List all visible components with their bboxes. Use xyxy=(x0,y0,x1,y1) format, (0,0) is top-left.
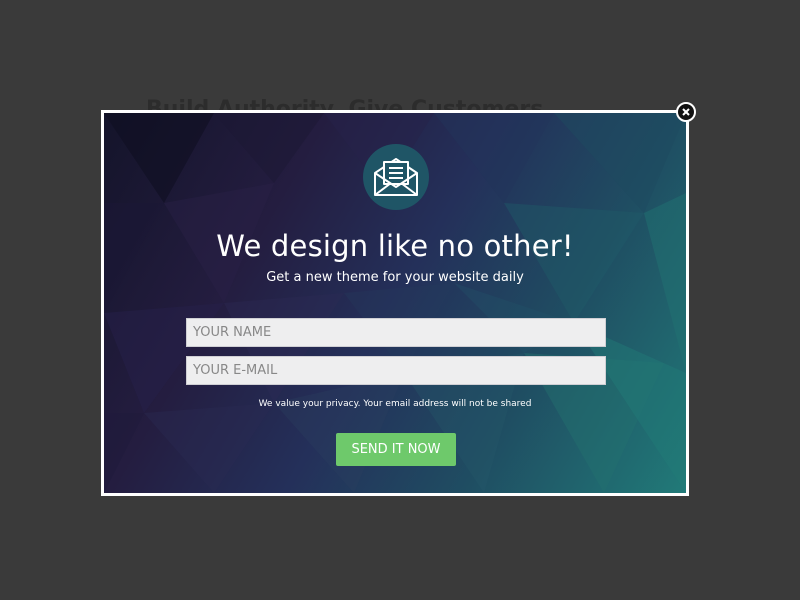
envelope-badge xyxy=(363,144,429,210)
modal-content: We design like no other! Get a new theme… xyxy=(104,113,686,493)
close-icon xyxy=(682,108,690,116)
page-overlay: Build Authority, Give Customers xyxy=(0,0,800,600)
email-input[interactable] xyxy=(186,356,606,385)
modal-subtitle: Get a new theme for your website daily xyxy=(266,270,524,285)
envelope-letter-icon xyxy=(374,158,418,196)
close-button[interactable] xyxy=(676,102,696,122)
name-input[interactable] xyxy=(186,318,606,347)
modal-title: We design like no other! xyxy=(216,229,574,263)
privacy-note: We value your privacy. Your email addres… xyxy=(258,399,532,409)
subscribe-modal: We design like no other! Get a new theme… xyxy=(101,110,689,496)
send-button[interactable]: SEND IT NOW xyxy=(336,433,456,466)
